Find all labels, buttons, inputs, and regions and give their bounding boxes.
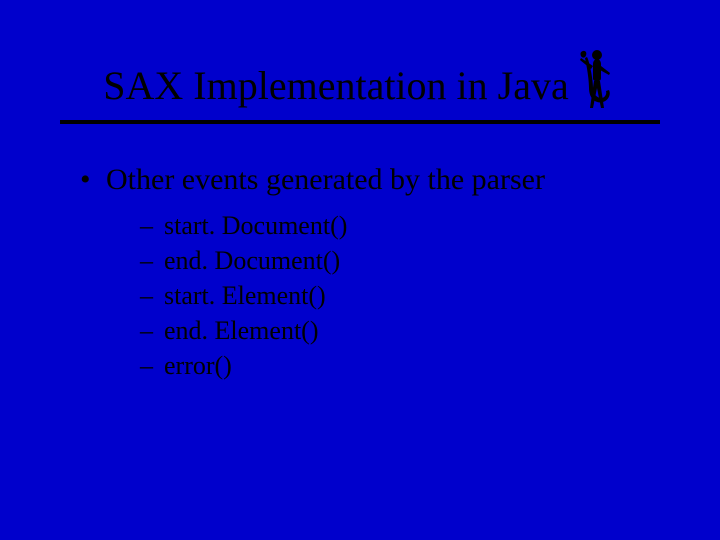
sub-bullet-list: start. Document() end. Document() start.… — [106, 208, 670, 383]
slide-title: SAX Implementation in Java — [103, 64, 568, 114]
bullet-text: end. Document() — [164, 246, 340, 275]
saxophonist-icon — [575, 48, 617, 110]
bullet-level2: start. Document() — [140, 208, 670, 243]
bullet-level1: Other events generated by the parser sta… — [80, 162, 670, 383]
bullet-text: error() — [164, 351, 232, 380]
slide: SAX Implementation in Java Other events … — [0, 0, 720, 540]
bullet-level2: start. Element() — [140, 278, 670, 313]
slide-content: Other events generated by the parser sta… — [50, 162, 670, 383]
title-underline — [60, 120, 660, 124]
bullet-level2: end. Element() — [140, 313, 670, 348]
bullet-text: Other events generated by the parser — [106, 163, 545, 196]
bullet-level2: end. Document() — [140, 243, 670, 278]
title-row: SAX Implementation in Java — [50, 48, 670, 114]
bullet-text: start. Element() — [164, 281, 326, 310]
bullet-text: end. Element() — [164, 316, 319, 345]
bullet-level2: error() — [140, 348, 670, 383]
bullet-text: start. Document() — [164, 211, 347, 240]
